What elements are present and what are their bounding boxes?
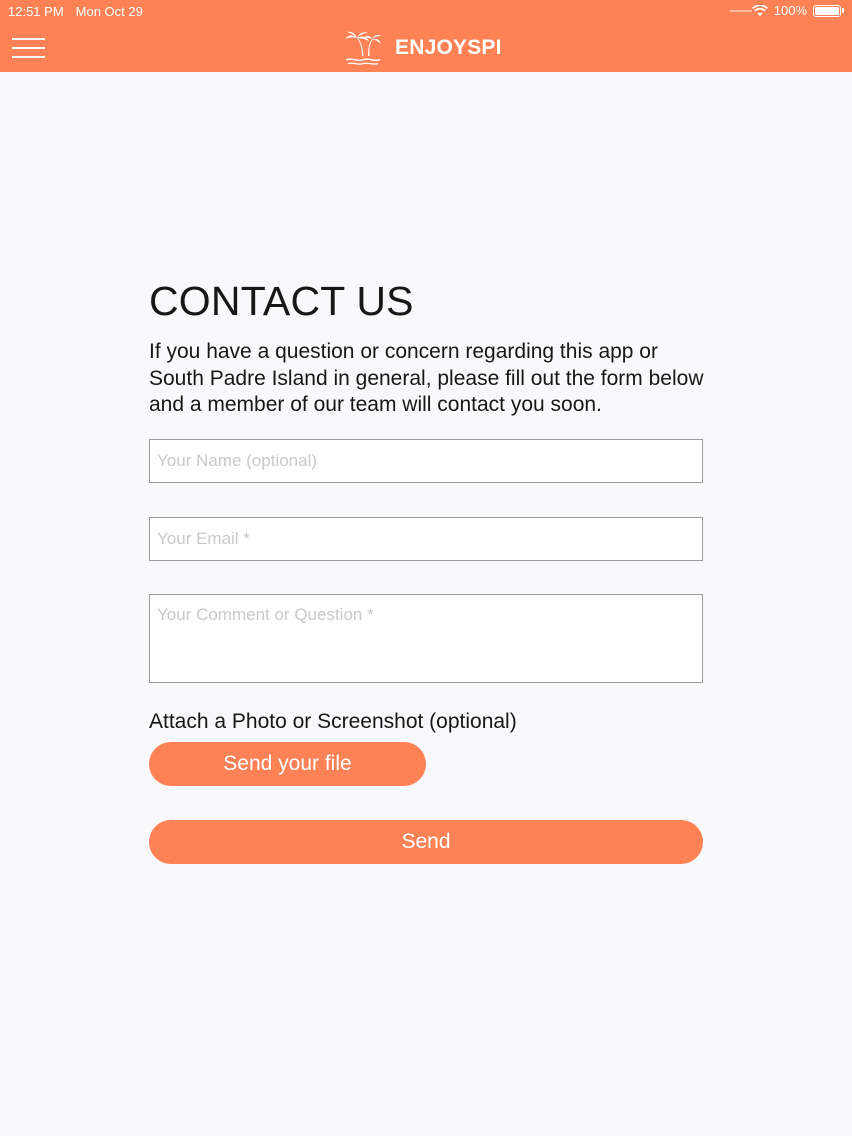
comment-textarea[interactable]: Your Comment or Question * (149, 594, 703, 683)
email-input[interactable]: Your Email * (149, 517, 703, 561)
signal-dots (730, 10, 752, 12)
battery-tip (842, 8, 844, 13)
palm-tree-logo-icon (345, 31, 381, 65)
comment-placeholder: Your Comment or Question * (157, 605, 374, 624)
wifi-icon (751, 4, 768, 16)
send-button-label: Send (401, 830, 451, 853)
send-file-button-label: Send your file (223, 752, 352, 775)
status-bar: 12:51 PM Mon Oct 29 100% (0, 0, 852, 22)
status-left: 12:51 PM Mon Oct 29 (8, 4, 143, 19)
brand-logo: ENJOYSPI (343, 30, 502, 66)
app-header: 12:51 PM Mon Oct 29 100% ENJOYSPI (0, 0, 852, 72)
name-placeholder: Your Name (optional) (157, 451, 318, 470)
hamburger-menu-icon[interactable] (12, 38, 45, 58)
email-placeholder: Your Email * (157, 529, 250, 548)
status-date: Mon Oct 29 (75, 4, 143, 19)
battery-icon (813, 4, 841, 17)
page-title: CONTACT US (149, 278, 414, 324)
brand-name: ENJOYSPI (395, 36, 502, 59)
page-description: If you have a question or concern regard… (149, 340, 704, 416)
send-button[interactable]: Send (149, 820, 703, 864)
name-input[interactable]: Your Name (optional) (149, 439, 703, 483)
contact-intro: CONTACT US If you have a question or con… (149, 276, 704, 419)
battery-percent: 100% (773, 3, 807, 18)
attach-label: Attach a Photo or Screenshot (optional) (149, 710, 517, 733)
send-file-button[interactable]: Send your file (149, 742, 426, 786)
status-right: 100% (751, 3, 844, 18)
status-time: 12:51 PM (8, 4, 64, 19)
